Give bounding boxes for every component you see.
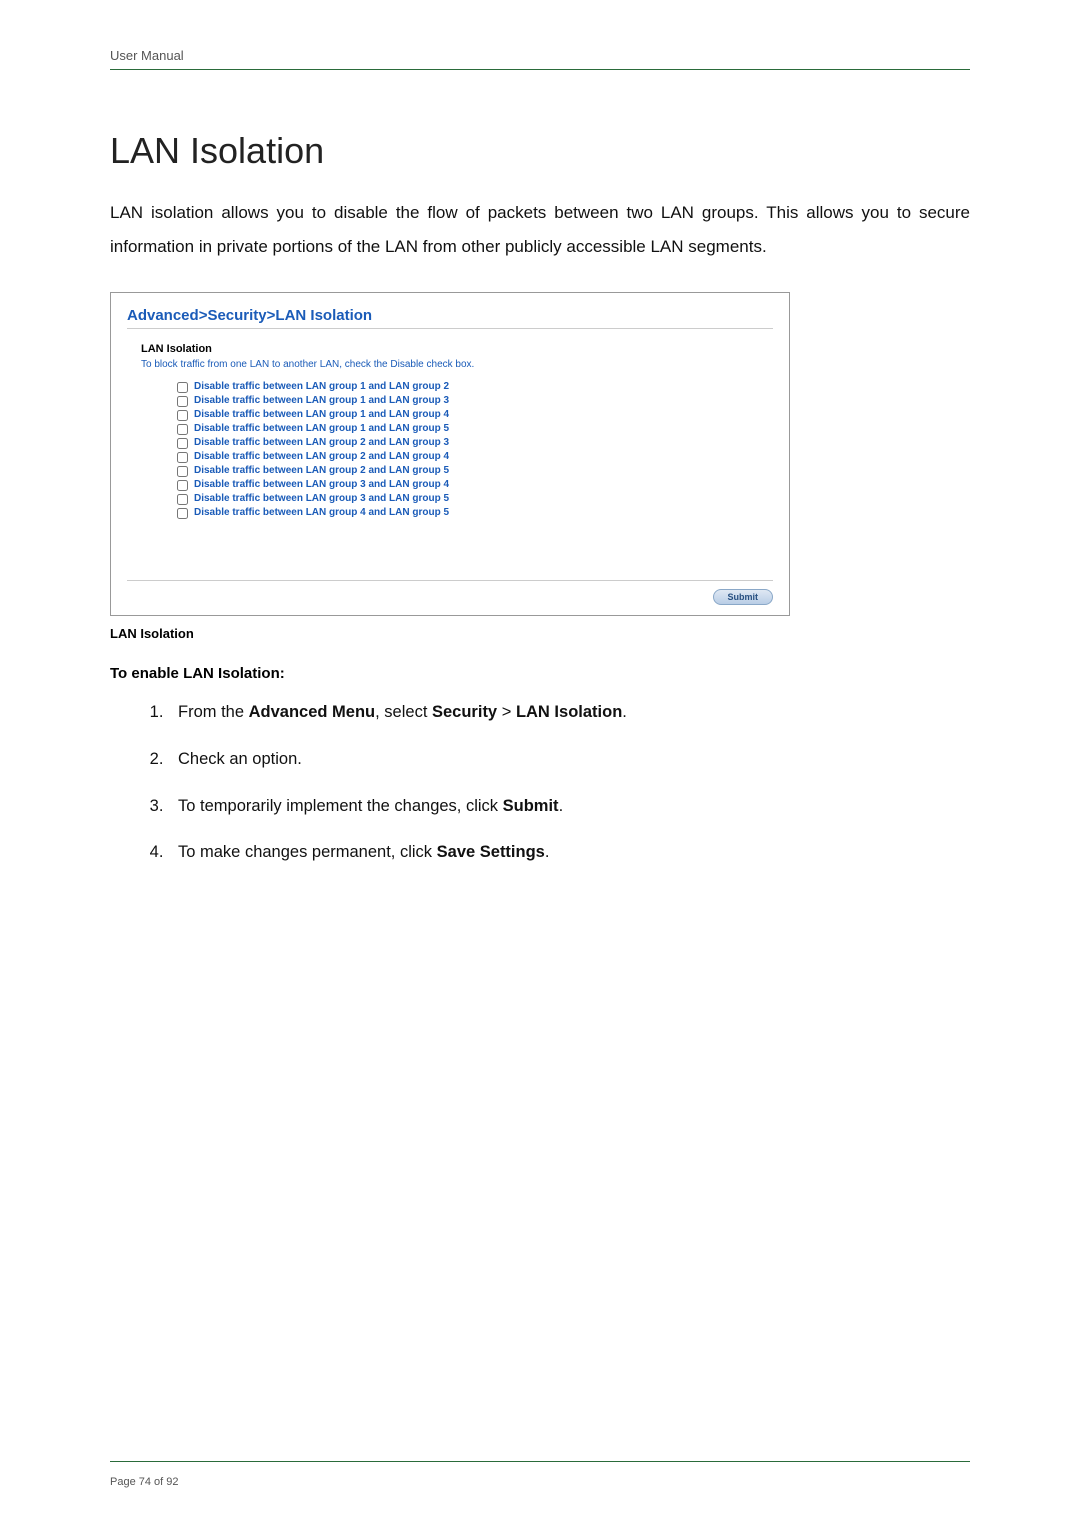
- checkbox-row: Disable traffic between LAN group 2 and …: [177, 464, 773, 478]
- checkbox-row: Disable traffic between LAN group 4 and …: [177, 506, 773, 520]
- checkbox-label: Disable traffic between LAN group 3 and …: [194, 492, 449, 506]
- disable-checkbox[interactable]: [177, 480, 188, 491]
- checkbox-row: Disable traffic between LAN group 3 and …: [177, 492, 773, 506]
- step-text: .: [559, 797, 564, 815]
- footer-rule: [110, 1461, 970, 1462]
- section-desc: To block traffic from one LAN to another…: [141, 359, 773, 370]
- step-bold: Security: [432, 703, 497, 721]
- howto-heading: To enable LAN Isolation:: [110, 665, 970, 682]
- checkbox-row: Disable traffic between LAN group 2 and …: [177, 450, 773, 464]
- header-label: User Manual: [110, 48, 970, 63]
- disable-checkbox[interactable]: [177, 508, 188, 519]
- page-title: LAN Isolation: [110, 130, 970, 172]
- step-text: >: [497, 703, 516, 721]
- step-item: To make changes permanent, click Save Se…: [168, 840, 970, 865]
- step-text: Check an option.: [178, 750, 302, 768]
- checkbox-row: Disable traffic between LAN group 1 and …: [177, 408, 773, 422]
- checkbox-label: Disable traffic between LAN group 1 and …: [194, 422, 449, 436]
- footer: Page 74 of 92: [110, 1461, 970, 1488]
- step-text: To make changes permanent, click: [178, 843, 437, 861]
- checkbox-label: Disable traffic between LAN group 2 and …: [194, 464, 449, 478]
- checkbox-row: Disable traffic between LAN group 3 and …: [177, 478, 773, 492]
- step-item: From the Advanced Menu, select Security …: [168, 700, 970, 725]
- step-text: To temporarily implement the changes, cl…: [178, 797, 503, 815]
- disable-checkbox[interactable]: [177, 396, 188, 407]
- step-item: Check an option.: [168, 747, 970, 772]
- disable-checkbox[interactable]: [177, 424, 188, 435]
- checkbox-label: Disable traffic between LAN group 2 and …: [194, 450, 449, 464]
- checkbox-label: Disable traffic between LAN group 1 and …: [194, 394, 449, 408]
- disable-checkbox[interactable]: [177, 410, 188, 421]
- step-item: To temporarily implement the changes, cl…: [168, 794, 970, 819]
- breadcrumb: Advanced>Security>LAN Isolation: [127, 307, 773, 329]
- section-label: LAN Isolation: [141, 343, 773, 355]
- submit-row: Submit: [127, 580, 773, 605]
- figure-caption: LAN Isolation: [110, 626, 970, 641]
- submit-button[interactable]: Submit: [713, 589, 774, 605]
- checkbox-list: Disable traffic between LAN group 1 and …: [177, 380, 773, 520]
- step-bold: LAN Isolation: [516, 703, 622, 721]
- disable-checkbox[interactable]: [177, 494, 188, 505]
- checkbox-row: Disable traffic between LAN group 1 and …: [177, 394, 773, 408]
- disable-checkbox[interactable]: [177, 452, 188, 463]
- checkbox-label: Disable traffic between LAN group 1 and …: [194, 408, 449, 422]
- steps-list: From the Advanced Menu, select Security …: [168, 700, 970, 865]
- step-text: .: [545, 843, 550, 861]
- page-number: Page 74 of 92: [110, 1476, 970, 1488]
- step-bold: Submit: [503, 797, 559, 815]
- step-bold: Save Settings: [437, 843, 545, 861]
- disable-checkbox[interactable]: [177, 466, 188, 477]
- step-text: .: [622, 703, 627, 721]
- checkbox-row: Disable traffic between LAN group 1 and …: [177, 422, 773, 436]
- checkbox-label: Disable traffic between LAN group 2 and …: [194, 436, 449, 450]
- embedded-screenshot: Advanced>Security>LAN Isolation LAN Isol…: [110, 292, 790, 616]
- checkbox-label: Disable traffic between LAN group 4 and …: [194, 506, 449, 520]
- step-text: , select: [375, 703, 432, 721]
- intro-paragraph: LAN isolation allows you to disable the …: [110, 196, 970, 264]
- step-bold: Advanced Menu: [249, 703, 376, 721]
- checkbox-row: Disable traffic between LAN group 2 and …: [177, 436, 773, 450]
- step-text: From the: [178, 703, 249, 721]
- header-rule: [110, 69, 970, 70]
- checkbox-row: Disable traffic between LAN group 1 and …: [177, 380, 773, 394]
- disable-checkbox[interactable]: [177, 438, 188, 449]
- disable-checkbox[interactable]: [177, 382, 188, 393]
- checkbox-label: Disable traffic between LAN group 1 and …: [194, 380, 449, 394]
- checkbox-label: Disable traffic between LAN group 3 and …: [194, 478, 449, 492]
